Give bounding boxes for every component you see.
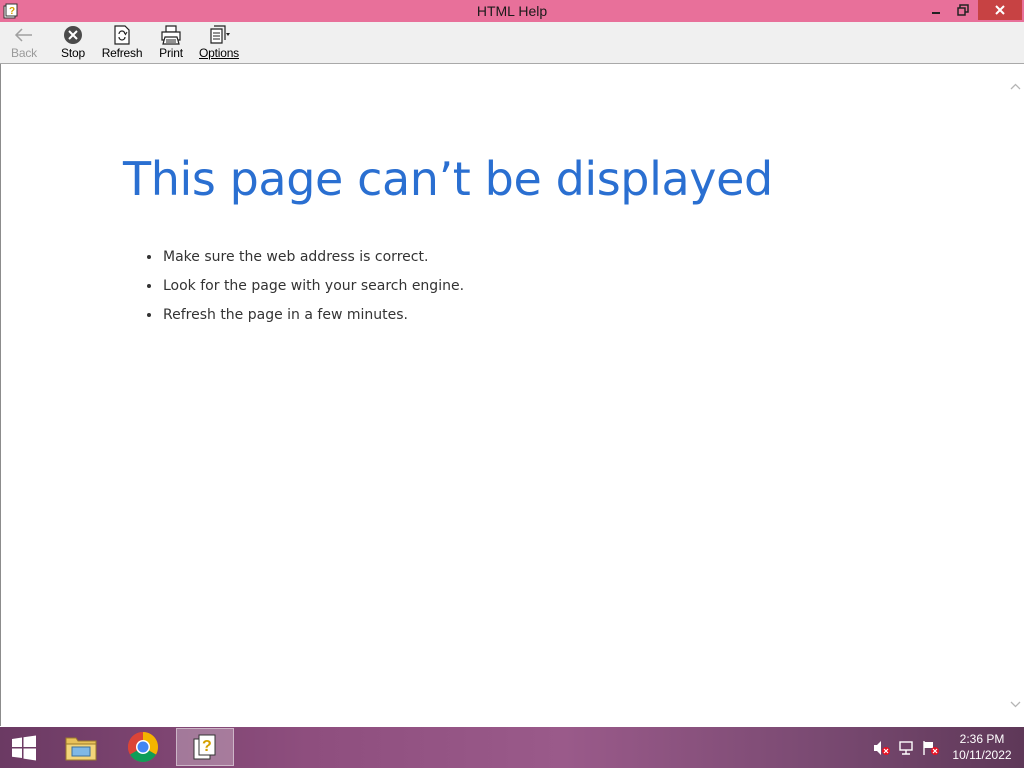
volume-muted-icon[interactable]: [873, 739, 891, 757]
close-button[interactable]: [978, 0, 1022, 20]
refresh-label: Refresh: [101, 46, 143, 60]
taskbar-chrome[interactable]: [114, 728, 172, 766]
network-icon[interactable]: [898, 739, 916, 757]
options-icon: [207, 24, 231, 46]
printer-icon: [159, 24, 183, 46]
chrome-icon: [127, 732, 159, 763]
window-title: HTML Help: [476, 3, 548, 19]
tip-item: Make sure the web address is correct.: [147, 244, 464, 273]
windows-logo-icon: [12, 735, 36, 760]
start-button[interactable]: [0, 727, 48, 768]
tip-item: Refresh the page in a few minutes.: [147, 302, 464, 331]
bullet-icon: [147, 313, 151, 317]
bullet-icon: [147, 255, 151, 259]
back-button[interactable]: Back: [8, 24, 40, 62]
print-button[interactable]: Print: [157, 24, 185, 62]
refresh-button[interactable]: Refresh: [101, 24, 143, 62]
scroll-up-arrow-icon[interactable]: [1007, 78, 1024, 95]
options-label: Options: [199, 46, 239, 60]
refresh-icon: [110, 24, 134, 46]
error-heading: This page can’t be displayed: [123, 152, 773, 206]
svg-text:?: ?: [202, 738, 212, 755]
vertical-scrollbar[interactable]: [1007, 64, 1024, 726]
print-label: Print: [159, 46, 183, 60]
action-center-flag-icon[interactable]: [922, 739, 940, 757]
help-icon: ?: [193, 734, 216, 760]
restore-button[interactable]: [950, 0, 976, 20]
stop-label: Stop: [61, 46, 85, 60]
content-pane: This page can’t be displayed Make sure t…: [0, 64, 1007, 726]
clock-date: 10/11/2022: [952, 748, 1012, 762]
html-help-window: ? HTML Help Back Stop Refresh Print Opti…: [0, 0, 1024, 726]
minimize-button[interactable]: [922, 0, 950, 20]
tip-text: Make sure the web address is correct.: [163, 249, 429, 265]
toolbar: Back Stop Refresh Print Options: [0, 22, 1024, 64]
back-arrow-icon: [12, 24, 36, 46]
taskbar: ? 2:36 PM 10/11/2022: [0, 727, 1024, 768]
taskbar-file-explorer[interactable]: [52, 728, 110, 766]
tip-item: Look for the page with your search engin…: [147, 273, 464, 302]
title-bar[interactable]: ? HTML Help: [0, 0, 1024, 22]
stop-icon: [61, 24, 85, 46]
troubleshooting-tips: Make sure the web address is correct. Lo…: [147, 244, 464, 331]
folder-icon: [65, 737, 97, 761]
back-label: Back: [11, 46, 37, 60]
scroll-down-arrow-icon[interactable]: [1007, 696, 1024, 713]
bullet-icon: [147, 284, 151, 288]
taskbar-html-help[interactable]: ?: [176, 728, 234, 766]
clock-time: 2:36 PM: [959, 732, 1005, 746]
options-button[interactable]: Options: [199, 24, 239, 62]
system-clock[interactable]: 2:36 PM 10/11/2022: [946, 731, 1018, 763]
tip-text: Refresh the page in a few minutes.: [163, 307, 408, 323]
tip-text: Look for the page with your search engin…: [163, 278, 465, 294]
stop-button[interactable]: Stop: [58, 24, 88, 62]
